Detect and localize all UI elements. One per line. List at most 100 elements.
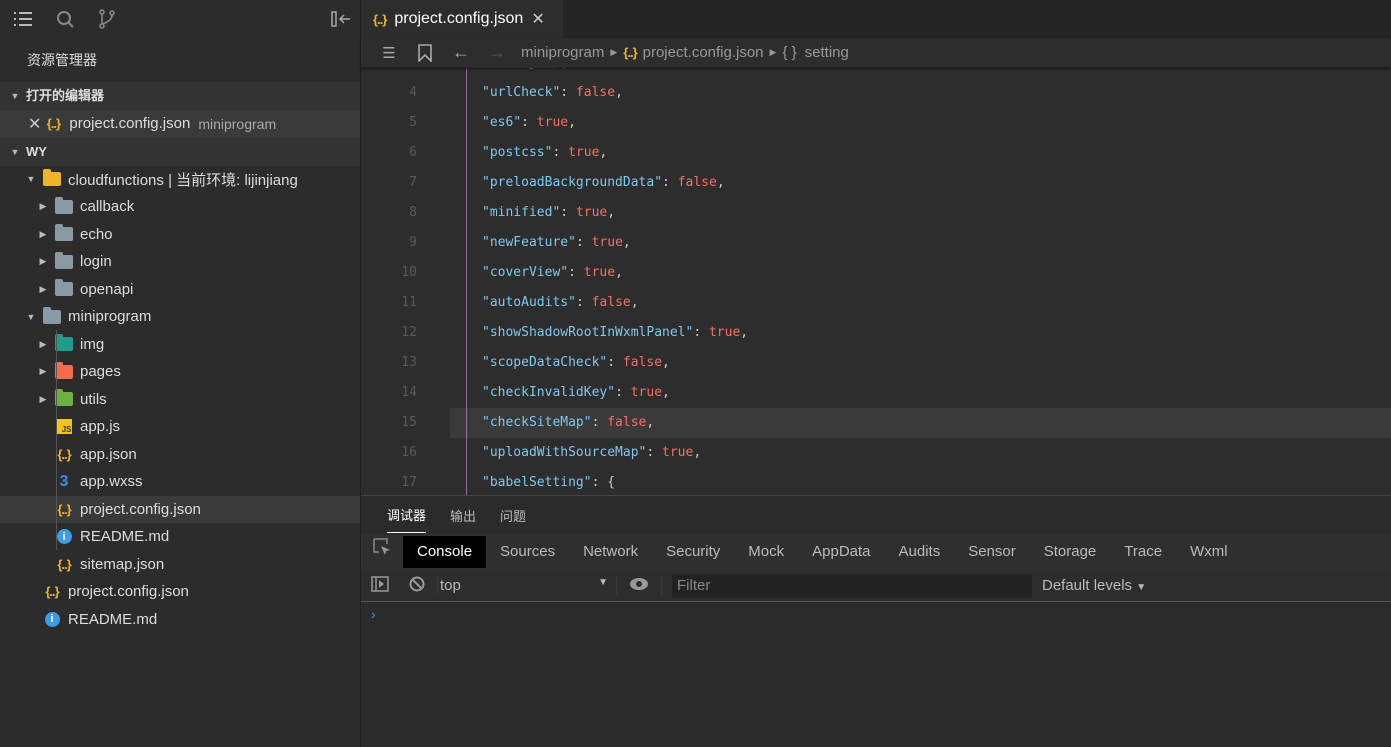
- line-number: 17: [401, 475, 417, 490]
- devtools-tab-appdata[interactable]: AppData: [798, 536, 884, 568]
- code-line[interactable]: 6 "postcss": true,: [361, 138, 1391, 168]
- code-area[interactable]: 3"setting": {4"urlCheck": false,5"es6": …: [361, 67, 1391, 495]
- line-number: 8: [409, 205, 417, 220]
- devtools-tab-console[interactable]: Console: [403, 536, 487, 568]
- code-line[interactable]: 9 "newFeature": true,: [361, 228, 1391, 258]
- json-value: false: [607, 415, 647, 430]
- code-line[interactable]: 4 "urlCheck": false,: [361, 78, 1391, 108]
- section-label: WY: [26, 143, 47, 159]
- sidebar-toggle-icon[interactable]: [361, 575, 397, 596]
- close-icon[interactable]: ✕: [531, 9, 544, 29]
- breadcrumb-symbol[interactable]: setting: [805, 44, 849, 61]
- tree-item[interactable]: ▼ cloudfunctions | 当前环境: lijinjiang: [0, 166, 360, 194]
- code-line[interactable]: 7 "preloadBackgroundData": false,: [361, 168, 1391, 198]
- line-number: 10: [401, 265, 417, 280]
- devtools-tab-sensor[interactable]: Sensor: [954, 536, 1030, 568]
- code-line[interactable]: 8 "minified": true,: [361, 198, 1391, 228]
- json-key: "checkInvalidKey": [482, 385, 616, 400]
- tab-problems[interactable]: 问题: [500, 506, 526, 525]
- tree-item[interactable]: 3 app.wxss: [0, 468, 360, 496]
- json-value: true: [575, 205, 608, 220]
- forward-arrow-icon[interactable]: →: [479, 42, 515, 63]
- filter-input[interactable]: Filter: [672, 573, 1032, 598]
- folder-icon: [54, 224, 74, 242]
- workspace-section[interactable]: ▼ WY: [0, 137, 360, 166]
- breadcrumb-folder[interactable]: miniprogram: [521, 44, 604, 61]
- tree-item[interactable]: {..} sitemap.json: [0, 551, 360, 579]
- devtools-tab-audits[interactable]: Audits: [885, 536, 955, 568]
- log-levels-select[interactable]: Default levels ▼: [1042, 577, 1146, 594]
- tab-debugger[interactable]: 调试器: [387, 497, 427, 533]
- tree-item[interactable]: ▼ miniprogram: [0, 303, 360, 331]
- tree-item[interactable]: i README.md: [0, 523, 360, 551]
- context-select[interactable]: top ▼: [437, 577, 617, 594]
- tree-item[interactable]: JS app.js: [0, 413, 360, 441]
- line-number: 14: [401, 385, 417, 400]
- devtools-tab-security[interactable]: Security: [652, 536, 734, 568]
- inspect-element-icon[interactable]: [361, 536, 403, 568]
- code-line[interactable]: 5 "es6": true,: [361, 108, 1391, 138]
- devtools-tab-storage[interactable]: Storage: [1030, 536, 1111, 568]
- code-line[interactable]: 10 "coverView": true,: [361, 258, 1391, 288]
- tab-label: project.config.json: [394, 10, 524, 27]
- tree-item[interactable]: ▶ utils: [0, 386, 360, 414]
- code-line[interactable]: 11 "autoAudits": false,: [361, 288, 1391, 318]
- code-line[interactable]: 16 "uploadWithSourceMap": true,: [361, 438, 1391, 468]
- back-arrow-icon[interactable]: ←: [443, 42, 479, 63]
- tree-item[interactable]: ▶ echo: [0, 221, 360, 249]
- tree-item[interactable]: ▶ openapi: [0, 276, 360, 304]
- chevron-right-icon: ▶: [39, 256, 47, 267]
- devtools-tab-mock[interactable]: Mock: [734, 536, 798, 568]
- devtools-tab-network[interactable]: Network: [569, 536, 652, 568]
- json-value: true: [630, 385, 663, 400]
- tree-item[interactable]: {..} project.config.json: [0, 578, 360, 606]
- search-icon[interactable]: [54, 8, 76, 30]
- tree-item[interactable]: ▶ pages: [0, 358, 360, 386]
- line-number: 11: [401, 295, 417, 310]
- clear-console-icon[interactable]: [397, 576, 437, 596]
- outline-icon[interactable]: ☰: [371, 44, 407, 62]
- json-value: false: [591, 295, 631, 310]
- line-number: 9: [409, 235, 417, 250]
- json-value: false: [622, 355, 663, 370]
- chevron-right-icon: ▶: [39, 393, 47, 404]
- list-icon[interactable]: [12, 8, 34, 30]
- levels-label: Default levels: [1042, 577, 1133, 594]
- console-prompt[interactable]: ›: [361, 602, 1391, 626]
- eye-icon[interactable]: [617, 576, 662, 595]
- source-control-icon[interactable]: [96, 8, 118, 30]
- code-line[interactable]: 17 "babelSetting": {: [361, 468, 1391, 495]
- file-name: miniprogram: [68, 308, 152, 326]
- tree-item[interactable]: ▶ img: [0, 331, 360, 359]
- code-line[interactable]: 13 "scopeDataCheck": false,: [361, 348, 1391, 378]
- breadcrumb-file[interactable]: project.config.json: [643, 44, 764, 61]
- collapse-sidebar-icon[interactable]: [330, 8, 352, 30]
- tree-item[interactable]: {..} app.json: [0, 441, 360, 469]
- open-editors-section[interactable]: ▼ 打开的编辑器: [0, 82, 360, 110]
- tree-item[interactable]: i README.md: [0, 606, 360, 634]
- bookmark-icon[interactable]: [407, 43, 443, 62]
- tree-item[interactable]: ▶ callback: [0, 193, 360, 221]
- code-line[interactable]: 12 "showShadowRootInWxmlPanel": true,: [361, 318, 1391, 348]
- file-name: app.json: [80, 445, 137, 463]
- open-editor-item[interactable]: ✕ {..} project.config.json miniprogram: [0, 110, 360, 138]
- chevron-right-icon: ▶: [610, 47, 618, 57]
- code-line[interactable]: 15 "checkSiteMap": false,: [361, 408, 1391, 438]
- file-name: project.config.json: [68, 583, 189, 601]
- tab-project-config[interactable]: {..} project.config.json ✕: [361, 0, 563, 38]
- tree-item[interactable]: {..} project.config.json: [0, 495, 360, 523]
- key-text: minified: [489, 205, 553, 220]
- line-number: 3: [361, 67, 417, 78]
- devtools-tab-sources[interactable]: Sources: [486, 536, 569, 568]
- devtools-tab-trace[interactable]: Trace: [1110, 536, 1176, 568]
- code-line[interactable]: 3"setting": {: [361, 67, 1391, 78]
- file-name: openapi: [80, 280, 134, 298]
- code-line[interactable]: 14 "checkInvalidKey": true,: [361, 378, 1391, 408]
- json-value: true: [662, 445, 694, 460]
- file-folder: miniprogram: [198, 115, 277, 132]
- devtools-tab-wxml[interactable]: Wxml: [1176, 536, 1242, 568]
- close-icon[interactable]: ✕: [28, 114, 41, 134]
- line-number: 12: [401, 325, 417, 340]
- tree-item[interactable]: ▶ login: [0, 248, 360, 276]
- tab-output[interactable]: 输出: [450, 506, 476, 525]
